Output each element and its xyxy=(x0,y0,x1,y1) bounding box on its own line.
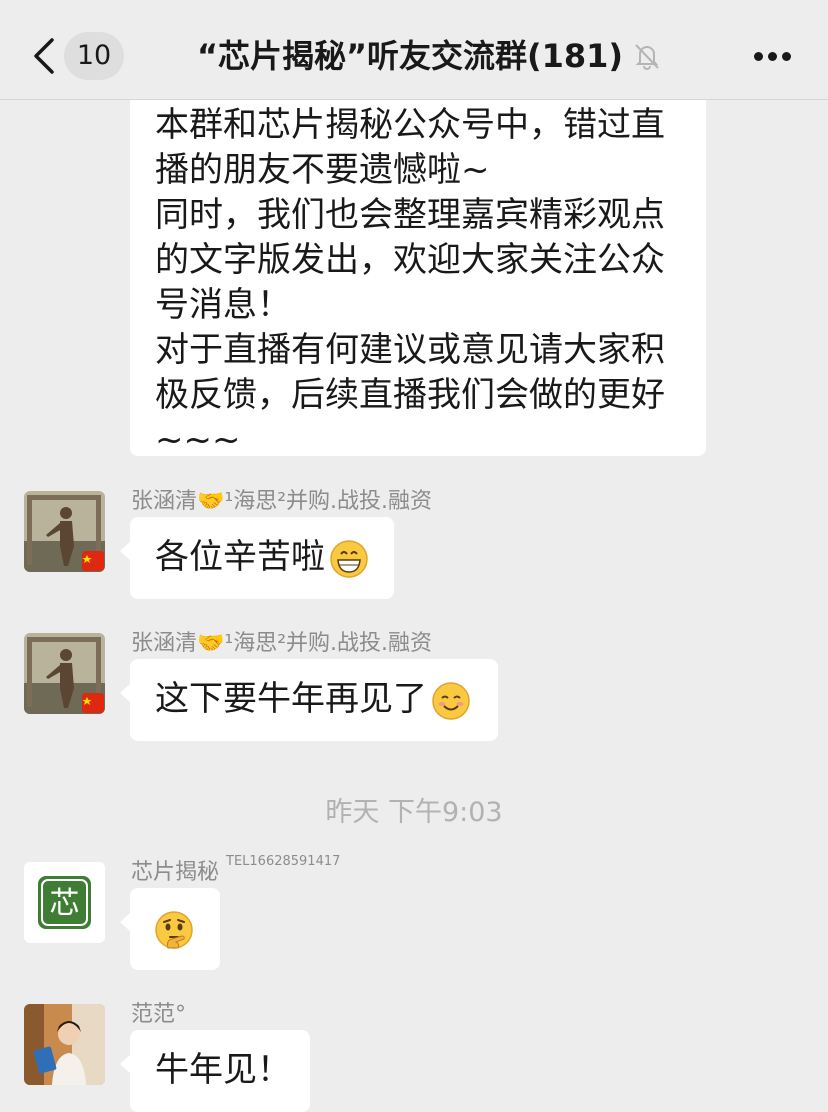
avatar[interactable] xyxy=(24,491,105,572)
message-text: 牛年见！ xyxy=(155,1050,291,1090)
sender-name: 芯片揭秘 TEL16628591417 xyxy=(131,854,340,886)
avatar-logo-char: 芯 xyxy=(50,886,80,921)
mute-bell-icon xyxy=(635,44,659,70)
message-line: 极反馈，后续直播我们会做的更好 xyxy=(155,375,665,415)
message-line: 本群和芯片揭秘公众号中，错过直 xyxy=(155,105,665,145)
message-line: 号消息！ xyxy=(155,285,291,325)
message-line: 的文字版发出，欢迎大家关注公众 xyxy=(155,240,665,280)
message-text: 这下要牛年再见了 xyxy=(155,679,427,719)
message-line: ~~~ xyxy=(155,420,241,460)
sender-name-text: 芯片揭秘 xyxy=(131,860,220,885)
sender-name: 范范° xyxy=(131,1002,187,1027)
message-bubble[interactable]: 这下要牛年再见了 xyxy=(120,659,498,741)
chat-header: 10 “芯片揭秘”听友交流群(181) xyxy=(0,0,828,100)
message-bubble[interactable] xyxy=(120,888,220,970)
avatar[interactable] xyxy=(24,1004,105,1085)
unread-count-badge[interactable]: 10 xyxy=(64,32,124,80)
sender-tag: TEL16628591417 xyxy=(226,854,341,869)
more-options-icon[interactable] xyxy=(748,40,796,72)
thinking-face-icon xyxy=(155,910,193,949)
sender-name: 张涵清🤝¹海思²并购.战投.融资 xyxy=(131,631,433,656)
back-chevron-icon[interactable] xyxy=(30,38,58,74)
avatar[interactable]: 芯 xyxy=(24,862,105,943)
timestamp-divider: 昨天 下午9:03 xyxy=(325,797,503,828)
message-line: 对于直播有何建议或意见请大家积 xyxy=(155,330,665,370)
message-line: 播的朋友不要遗憾啦~ xyxy=(155,150,490,190)
grinning-face-icon xyxy=(330,539,368,578)
sender-name: 张涵清🤝¹海思²并购.战投.融资 xyxy=(131,489,433,514)
chat-title: “芯片揭秘”听友交流群(181) xyxy=(196,37,624,75)
smiling-face-icon xyxy=(432,681,470,720)
message-bubble[interactable]: 各位辛苦啦 xyxy=(120,517,394,599)
message-bubble[interactable]: 牛年见！ xyxy=(120,1030,310,1112)
avatar[interactable] xyxy=(24,633,105,714)
message-bubble-announcement[interactable]: 本群和芯片揭秘公众号中，错过直 播的朋友不要遗憾啦~ 同时，我们也会整理嘉宾精彩… xyxy=(130,80,706,460)
message-text: 各位辛苦啦 xyxy=(155,537,325,577)
message-line: 同时，我们也会整理嘉宾精彩观点 xyxy=(155,195,665,235)
